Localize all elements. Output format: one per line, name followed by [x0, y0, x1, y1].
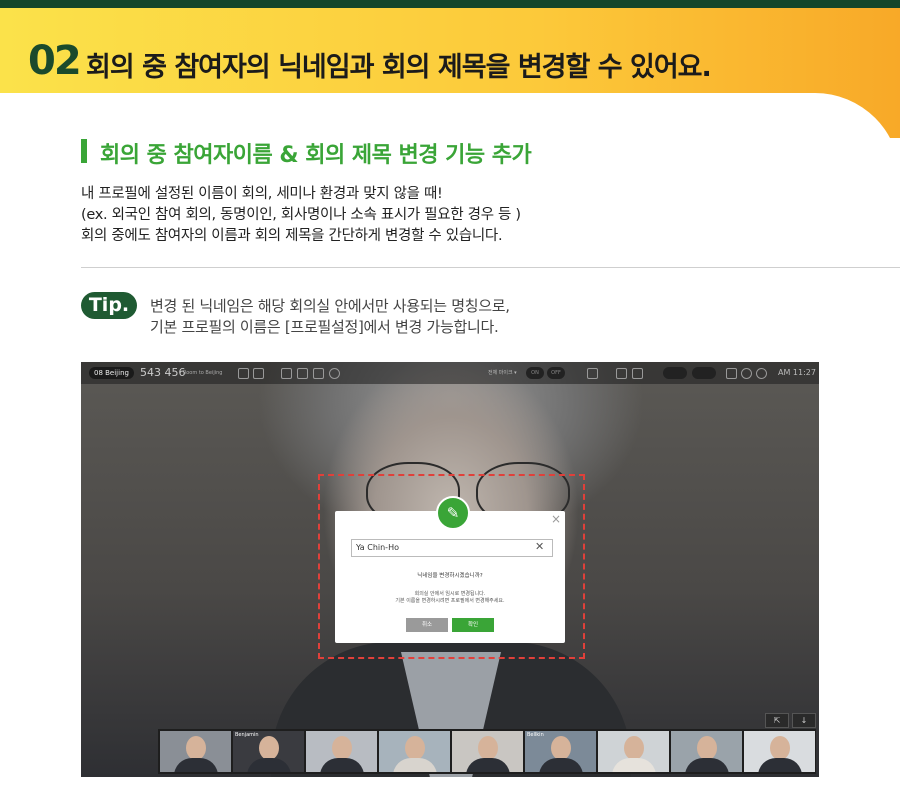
on-toggle[interactable]: ON [526, 367, 544, 379]
participant-thumbnail[interactable] [671, 731, 742, 772]
banner-title: 회의 중 참여자의 닉네임과 회의 제목을 변경할 수 있어요. [86, 52, 712, 83]
nickname-dialog: × Ya Chin-Ho ✕ 닉네임을 변경하시겠습니까? 회의실 안에서 임시… [335, 511, 565, 643]
screen-share-icon[interactable] [281, 368, 292, 379]
mic-toggle[interactable] [692, 367, 716, 379]
meeting-screenshot: 08 Beijing 543 456 Room to Beijing 전체 마이… [81, 362, 819, 777]
participant-body [393, 758, 437, 772]
participant-face [624, 736, 644, 760]
settings-icon[interactable] [741, 368, 752, 379]
room-name: Room to Beijing [183, 370, 223, 376]
participant-face [186, 736, 206, 760]
download-icon[interactable]: ↓ [792, 713, 816, 728]
participant-face [770, 736, 790, 760]
exit-icon[interactable] [756, 368, 767, 379]
participant-body [320, 758, 364, 772]
all-mute-dropdown[interactable]: 전체 마이크 ▾ [488, 362, 517, 384]
tip-text: 변경 된 닉네임은 해당 회의실 안에서만 사용되는 명칭으로, 기본 프로필의… [150, 296, 510, 338]
pencil-icon: ✎ [436, 496, 470, 530]
participant-body [685, 758, 729, 772]
cancel-button[interactable]: 취소 [406, 618, 448, 632]
layout-icon[interactable] [616, 368, 627, 379]
participant-thumbnail[interactable] [598, 731, 669, 772]
description-line: 회의 중에도 참여자의 이름과 회의 제목을 간단하게 변경할 수 있습니다. [81, 228, 503, 244]
dialog-note: 기본 이름을 변경하시려면 프로필에서 변경해주세요. [395, 598, 505, 604]
description-line: 내 프로필에 설정된 이름이 회의, 세미나 환경과 맞지 않을 때! [81, 186, 443, 202]
participant-thumbnail[interactable] [306, 731, 377, 772]
fullscreen-icon[interactable] [726, 368, 737, 379]
section-title: 회의 중 참여자이름 & 회의 제목 변경 기능 추가 [100, 143, 532, 168]
confirm-button[interactable]: 확인 [452, 618, 494, 632]
participant-face [405, 736, 425, 760]
participant-thumbnail[interactable]: Benjamin [233, 731, 304, 772]
record-icon[interactable] [329, 368, 340, 379]
clock: AM 11:27 [778, 368, 816, 377]
divider [81, 267, 900, 268]
tip-badge: Tip. [81, 292, 137, 319]
clear-icon[interactable]: ✕ [535, 539, 544, 555]
off-toggle[interactable]: OFF [547, 367, 565, 379]
dialog-note: 회의실 안에서 임시로 변경됩니다. [414, 591, 486, 597]
chat-icon[interactable] [632, 368, 643, 379]
participant-thumbnail[interactable] [379, 731, 450, 772]
crown-icon[interactable] [587, 368, 598, 379]
close-icon[interactable]: × [551, 512, 561, 526]
participant-thumbnail[interactable] [744, 731, 815, 772]
meeting-toolbar: 08 Beijing 543 456 Room to Beijing 전체 마이… [81, 362, 819, 384]
participant-label: Bellkin [527, 732, 544, 738]
section-description: 내 프로필에 설정된 이름이 회의, 세미나 환경과 맞지 않을 때! (ex.… [81, 184, 521, 247]
document-icon[interactable] [297, 368, 308, 379]
participant-body [174, 758, 218, 772]
participant-face [332, 736, 352, 760]
participant-body [612, 758, 656, 772]
participant-thumbnail[interactable] [452, 731, 523, 772]
popout-icon[interactable]: ⇱ [765, 713, 789, 728]
top-stripe [0, 0, 900, 8]
description-line: (ex. 외국인 참여 회의, 동명이인, 회사명이나 소속 표시가 필요한 경… [81, 207, 521, 223]
camera-icon[interactable] [313, 368, 324, 379]
room-badge[interactable]: 08 Beijing [89, 367, 134, 379]
participant-face [478, 736, 498, 760]
participant-thumbnail[interactable]: Bellkin [525, 731, 596, 772]
banner-number: 02 [28, 38, 82, 84]
participant-body [466, 758, 510, 772]
participant-face [697, 736, 717, 760]
participant-thumbnail[interactable] [160, 731, 231, 772]
section-marker [81, 139, 87, 163]
nickname-input[interactable]: Ya Chin-Ho [351, 539, 553, 557]
users-icon[interactable] [253, 368, 264, 379]
participant-body [758, 758, 802, 772]
room-number: 543 456 [140, 366, 186, 379]
video-toggle[interactable] [663, 367, 687, 379]
tip-line: 기본 프로필의 이름은 [프로필설정]에서 변경 가능합니다. [150, 318, 499, 336]
lock-icon[interactable] [238, 368, 249, 379]
participant-body [539, 758, 583, 772]
tip-line: 변경 된 닉네임은 해당 회의실 안에서만 사용되는 명칭으로, [150, 297, 510, 315]
participant-label: Benjamin [235, 732, 259, 738]
participant-face [259, 736, 279, 760]
participant-body [247, 758, 291, 772]
dialog-question: 닉네임을 변경하시겠습니까? [417, 573, 483, 579]
participant-strip: Benjamin Bellkin [158, 729, 816, 774]
participant-face [551, 736, 571, 760]
